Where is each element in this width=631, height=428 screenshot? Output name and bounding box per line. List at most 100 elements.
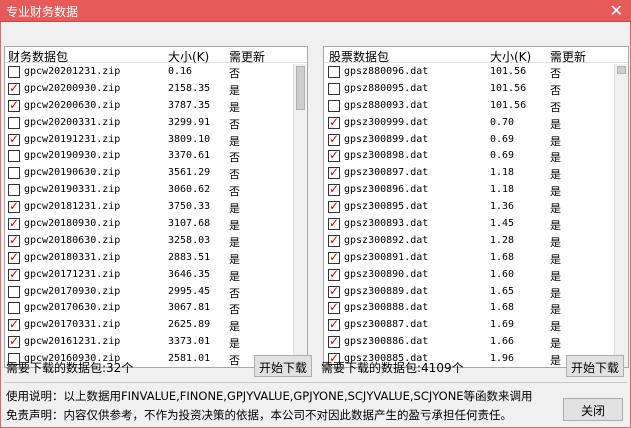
scrollbar-thumb[interactable] xyxy=(617,66,626,74)
row-checkbox[interactable] xyxy=(8,81,20,95)
package-size: 1.96 xyxy=(490,353,515,365)
row-checkbox[interactable] xyxy=(328,82,340,95)
package-name: gpsz300887.dat xyxy=(344,319,429,331)
list-item[interactable]: gpcw20170930.zip 2995.45 否 xyxy=(5,284,307,301)
row-checkbox[interactable] xyxy=(328,66,340,78)
row-checkbox[interactable] xyxy=(8,132,20,146)
needs-update: 是 xyxy=(229,269,240,283)
package-name: gpcw20200331.zip xyxy=(24,116,121,128)
needs-update: 是 xyxy=(550,134,561,148)
row-checkbox[interactable] xyxy=(328,300,340,315)
row-checkbox[interactable] xyxy=(8,233,20,247)
row-checkbox[interactable] xyxy=(328,99,340,112)
scrollbar-thumb[interactable] xyxy=(296,66,305,110)
row-checkbox[interactable] xyxy=(8,116,20,129)
row-checkbox[interactable] xyxy=(8,216,20,231)
package-size: 1.68 xyxy=(490,302,515,314)
list-item[interactable]: gpcw20200331.zip 3299.91 否 xyxy=(5,115,307,132)
column-header-package[interactable]: 股票数据包 xyxy=(329,48,389,65)
stock-start-download-button[interactable]: 开始下载 xyxy=(566,355,624,377)
row-checkbox[interactable] xyxy=(328,250,340,264)
list-item[interactable]: gpcw20170331.zip 2625.89 是 xyxy=(5,317,307,334)
list-item[interactable]: gpcw20180930.zip 3107.68 是 xyxy=(5,216,307,233)
row-checkbox[interactable] xyxy=(8,150,20,163)
list-item[interactable]: gpsz300891.dat 1.68 是 xyxy=(324,250,628,267)
column-header-size[interactable]: 大小(K) xyxy=(490,48,531,65)
list-item[interactable]: gpcw20200930.zip 2158.35 是 xyxy=(5,81,307,98)
list-item[interactable]: gpcw20190930.zip 3370.61 否 xyxy=(5,148,307,165)
package-name: gpcw20180630.zip xyxy=(24,234,121,246)
list-item[interactable]: gpsz880095.dat 101.56 否 xyxy=(324,81,628,98)
column-header-update[interactable]: 需更新 xyxy=(550,48,586,65)
stock-list-scrollbar[interactable] xyxy=(614,64,628,367)
stock-package-list[interactable]: 股票数据包 大小(K) 需更新 gpsz880096.dat 101.56 否 gps… xyxy=(323,46,629,368)
list-item[interactable]: gpsz300899.dat 0.69 是 xyxy=(324,132,628,149)
list-item[interactable]: gpsz300999.dat 0.70 是 xyxy=(324,115,628,132)
title-bar: 专业财务数据 ✕ xyxy=(0,0,631,22)
list-item[interactable]: gpsz880093.dat 101.56 否 xyxy=(324,98,628,115)
list-item[interactable]: gpsz300888.dat 1.68 是 xyxy=(324,300,628,317)
list-item[interactable]: gpcw20190331.zip 3060.62 否 xyxy=(5,182,307,199)
list-item[interactable]: gpcw20171231.zip 3646.35 是 xyxy=(5,267,307,284)
list-item[interactable]: gpcw20200630.zip 3787.35 是 xyxy=(5,98,307,115)
finance-list-scrollbar[interactable] xyxy=(293,64,307,367)
list-item[interactable]: gpcw20180630.zip 3258.03 是 xyxy=(5,233,307,250)
row-checkbox[interactable] xyxy=(328,216,340,231)
list-item[interactable]: gpcw20181231.zip 3750.33 是 xyxy=(5,199,307,216)
list-item[interactable]: gpsz300895.dat 1.36 是 xyxy=(324,199,628,216)
package-size: 1.60 xyxy=(490,268,515,280)
row-checkbox[interactable] xyxy=(8,98,20,112)
row-checkbox[interactable] xyxy=(8,199,20,214)
column-header-update[interactable]: 需更新 xyxy=(229,48,265,65)
finance-package-list[interactable]: 财务数据包 大小(K) 需更新 gpcw20201231.zip0.16否gpc… xyxy=(4,46,308,368)
row-checkbox[interactable] xyxy=(8,317,20,332)
row-checkbox[interactable] xyxy=(8,302,20,315)
row-checkbox[interactable] xyxy=(328,148,340,163)
package-name: gpsz300893.dat xyxy=(344,218,429,230)
list-item[interactable]: gpsz300896.dat 1.18 是 xyxy=(324,182,628,199)
close-icon[interactable]: ✕ xyxy=(610,1,623,20)
package-name: gpcw20191231.zip xyxy=(24,133,121,145)
list-item[interactable]: gpsz300893.dat 1.45 是 xyxy=(324,216,628,233)
row-checkbox[interactable] xyxy=(328,115,340,129)
row-checkbox[interactable] xyxy=(8,267,20,281)
list-item[interactable]: gpcw20170630.zip 3067.81 否 xyxy=(5,300,307,317)
row-checkbox[interactable] xyxy=(328,284,340,298)
list-item[interactable]: gpcw20201231.zip 0.16 否 xyxy=(5,64,307,81)
close-button[interactable]: 关闭 xyxy=(563,398,623,421)
list-item[interactable]: gpsz300890.dat 1.60 是 xyxy=(324,267,628,284)
row-checkbox[interactable] xyxy=(328,165,340,180)
package-name: gpcw20190930.zip xyxy=(24,150,121,162)
row-checkbox[interactable] xyxy=(328,132,340,146)
row-checkbox[interactable] xyxy=(328,317,340,332)
list-item[interactable]: gpsz300886.dat 1.66 是 xyxy=(324,334,628,351)
list-item[interactable]: gpsz300897.dat 1.18 是 xyxy=(324,165,628,182)
list-item[interactable]: gpsz300887.dat 1.69 是 xyxy=(324,317,628,334)
row-checkbox[interactable] xyxy=(8,184,20,197)
row-checkbox[interactable] xyxy=(328,182,340,197)
row-checkbox[interactable] xyxy=(8,167,20,180)
row-checkbox[interactable] xyxy=(328,199,340,214)
row-checkbox[interactable] xyxy=(8,334,20,349)
list-item[interactable]: gpcw20191231.zip 3809.10 是 xyxy=(5,132,307,149)
row-checkbox[interactable] xyxy=(328,334,340,349)
row-checkbox[interactable] xyxy=(328,233,340,247)
package-size: 2883.51 xyxy=(168,251,211,263)
list-item[interactable]: gpcw20180331.zip 2883.51 是 xyxy=(5,250,307,267)
list-item[interactable]: gpsz300898.dat 0.69 是 xyxy=(324,148,628,165)
row-checkbox[interactable] xyxy=(328,267,340,281)
row-checkbox[interactable] xyxy=(8,66,20,78)
button-label: 关闭 xyxy=(580,404,605,418)
row-checkbox[interactable] xyxy=(8,250,20,264)
list-item[interactable]: gpcw20190630.zip 3561.29 否 xyxy=(5,165,307,182)
finance-start-download-button[interactable]: 开始下载 xyxy=(254,355,312,377)
list-item[interactable]: gpsz880096.dat 101.56 否 xyxy=(324,64,628,81)
list-item[interactable]: gpsz300892.dat 1.28 是 xyxy=(324,233,628,250)
column-header-size[interactable]: 大小(K) xyxy=(168,48,209,65)
list-item[interactable]: gpcw20161231.zip 3373.01 是 xyxy=(5,334,307,351)
column-header-package[interactable]: 财务数据包 xyxy=(8,48,68,65)
list-item[interactable]: gpsz300889.dat 1.65 是 xyxy=(324,284,628,301)
package-name: gpcw20180930.zip xyxy=(24,218,121,230)
row-checkbox[interactable] xyxy=(8,285,20,298)
package-size: 3373.01 xyxy=(168,336,211,348)
